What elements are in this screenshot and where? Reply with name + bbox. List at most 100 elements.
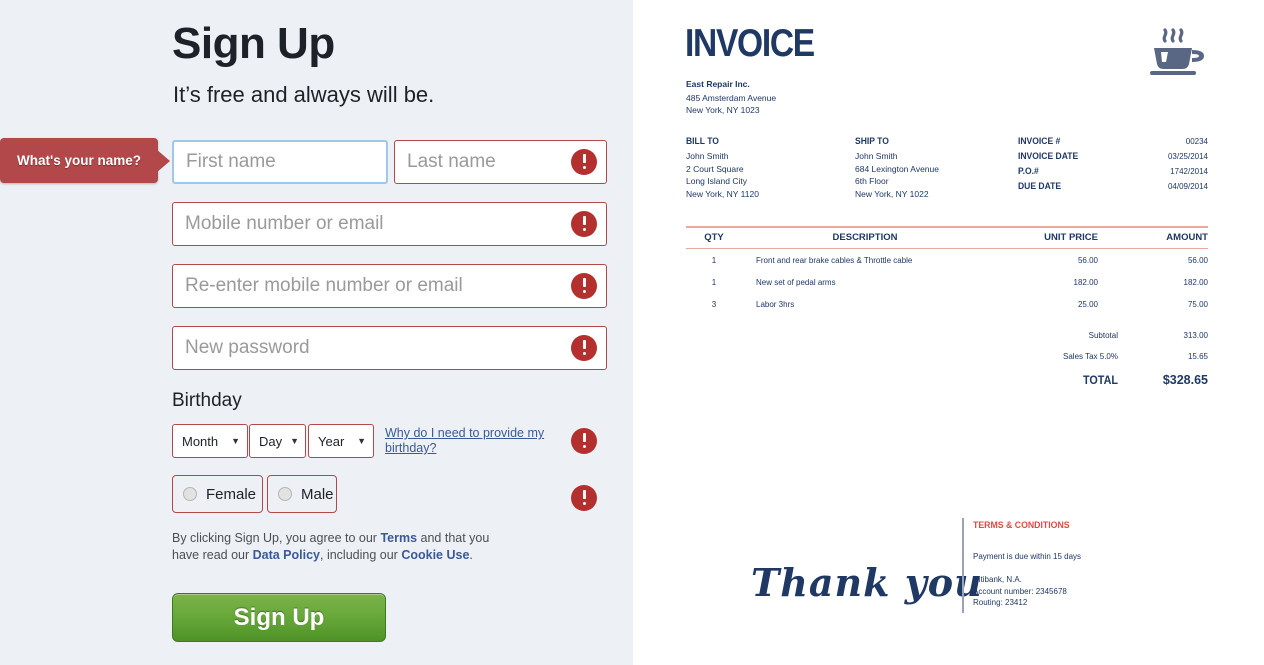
gender-option-female[interactable]: Female (172, 475, 263, 513)
invoice-items-table: QTY DESCRIPTION UNIT PRICE AMOUNT 1 Front… (686, 226, 1208, 315)
cell-amount: 182.00 (1183, 277, 1208, 287)
cell-amount: 56.00 (1187, 255, 1208, 265)
mobile-or-email-input[interactable]: Mobile number or email (172, 202, 607, 246)
invoice-panel: INVOICE East Repair Inc. 485 Amsterdam A… (633, 0, 1264, 665)
error-icon-mobile (571, 211, 597, 237)
reenter-mobile-or-email-input[interactable]: Re-enter mobile number or email (172, 264, 607, 308)
cell-qty: 3 (711, 299, 717, 309)
cookie-use-link[interactable]: Cookie Use (401, 548, 469, 562)
error-icon-password (571, 335, 597, 361)
invoice-title: INVOICE (685, 22, 815, 65)
bill-to-heading: BILL TO (686, 136, 719, 147)
terms-text: By clicking Sign Up, you agree to our Te… (172, 530, 517, 564)
birthday-day-select[interactable]: Day ▼ (249, 424, 306, 458)
invoice-meta-list: INVOICE # 00234 INVOICE DATE 03/25/2014 P.O.… (1018, 134, 1208, 194)
table-header-row: QTY DESCRIPTION UNIT PRICE AMOUNT (686, 228, 1208, 248)
mobile-or-email-placeholder: Mobile number or email (185, 213, 384, 234)
ship-to-address: John Smith 684 Lexington Avenue 6th Floor N… (855, 151, 939, 199)
terms-text-part1: By clicking Sign Up, you agree to our (172, 531, 381, 545)
sign-up-button-label: Sign Up (233, 603, 325, 631)
last-name-placeholder: Last name (407, 151, 496, 172)
error-icon-last-name (571, 149, 597, 175)
reenter-mobile-placeholder: Re-enter mobile number or email (185, 275, 463, 296)
invoice-meta-value: 04/09/2014 (1167, 182, 1208, 191)
bill-to-address: John Smith 2 Court Square Long Island City… (686, 151, 759, 199)
invoice-company-address: 485 Amsterdam Avenue New York, NY 1023 (686, 93, 777, 115)
gender-male-label: Male (301, 485, 334, 503)
coffee-cup-icon (1146, 25, 1208, 82)
cell-unit-price: 25.00 (1077, 299, 1098, 309)
cell-unit-price: 56.00 (1077, 255, 1098, 265)
birthday-year-value: Year (318, 433, 345, 449)
name-tooltip-arrow-icon (156, 149, 170, 173)
gender-option-male[interactable]: Male (267, 475, 337, 513)
invoice-grand-total-row: TOTAL $328.65 (933, 367, 1208, 393)
chevron-down-icon: ▼ (231, 436, 240, 446)
table-row: 1 New set of pedal arms 182.00 182.00 (686, 271, 1208, 293)
ship-to-heading: SHIP TO (855, 136, 889, 147)
invoice-meta-value: 00234 (1185, 137, 1208, 146)
invoice-total-row: Subtotal 313.00 (933, 325, 1208, 346)
chevron-down-icon: ▼ (357, 436, 366, 446)
terms-link[interactable]: Terms (380, 531, 417, 545)
birthday-month-value: Month (182, 433, 219, 449)
invoice-meta-row: DUE DATE 04/09/2014 (1018, 179, 1208, 194)
error-icon-birthday (571, 428, 597, 454)
table-body: 1 Front and rear brake cables & Throttle … (686, 249, 1208, 315)
radio-icon-female[interactable] (183, 487, 197, 501)
sign-up-button[interactable]: Sign Up (172, 593, 386, 642)
invoice-meta-value: 03/25/2014 (1167, 152, 1208, 161)
birthday-month-select[interactable]: Month ▼ (172, 424, 248, 458)
error-icon-reenter-mobile (571, 273, 597, 299)
invoice-total-row: Sales Tax 5.0% 15.65 (933, 346, 1208, 367)
column-header-qty: QTY (704, 232, 724, 243)
page-title: Sign Up (172, 19, 335, 68)
invoice-meta-row: P.O.# 1742/2014 (1018, 164, 1208, 179)
radio-icon-male[interactable] (278, 487, 292, 501)
cell-qty: 1 (711, 255, 717, 265)
cell-description: Front and rear brake cables & Throttle c… (756, 255, 913, 265)
total-value: 15.65 (1187, 352, 1208, 361)
total-label: TOTAL (1082, 373, 1118, 387)
new-password-input[interactable]: New password (172, 326, 607, 370)
terms-text-part4: . (469, 548, 473, 562)
birthday-label: Birthday (172, 390, 242, 411)
name-tooltip: What's your name? (0, 138, 158, 183)
birthday-help-link[interactable]: Why do I need to provide my birthday? (385, 426, 545, 456)
invoice-meta-value: 1742/2014 (1170, 167, 1208, 176)
column-header-amount: AMOUNT (1166, 232, 1208, 243)
cell-description: Labor 3hrs (756, 299, 795, 309)
invoice-meta-row: INVOICE DATE 03/25/2014 (1018, 149, 1208, 164)
table-row: 3 Labor 3hrs 25.00 75.00 (686, 293, 1208, 315)
terms-text-part3: , including our (320, 548, 402, 562)
data-policy-link[interactable]: Data Policy (253, 548, 320, 562)
error-icon-gender (571, 485, 597, 511)
invoice-meta-key: DUE DATE (1018, 181, 1062, 192)
column-header-description: DESCRIPTION (832, 232, 898, 243)
invoice-company-name: East Repair Inc. (686, 79, 750, 89)
cell-description: New set of pedal arms (756, 277, 836, 287)
name-tooltip-label: What's your name? (17, 153, 141, 168)
cell-qty: 1 (711, 277, 717, 287)
birthday-day-value: Day (259, 433, 283, 449)
total-label: Subtotal (1088, 331, 1118, 340)
cell-amount: 75.00 (1187, 299, 1208, 309)
total-label: Sales Tax 5.0% (1063, 352, 1118, 361)
signup-panel: Sign Up It’s free and always will be. Wh… (0, 0, 633, 665)
total-value: $328.65 (1162, 373, 1208, 387)
page-subtitle: It’s free and always will be. (173, 82, 435, 107)
column-header-unit-price: UNIT PRICE (1044, 232, 1098, 243)
invoice-meta-key: INVOICE # (1018, 136, 1061, 147)
birthday-year-select[interactable]: Year ▼ (308, 424, 374, 458)
screenshot-root: Sign Up It’s free and always will be. Wh… (0, 0, 1264, 665)
invoice-totals: Subtotal 313.00 Sales Tax 5.0% 15.65 TOTAL $3… (933, 325, 1208, 393)
bank-details: Citibank, N.A. Account number: 2345678 Rou… (973, 575, 1067, 607)
gender-female-label: Female (206, 485, 257, 503)
invoice-meta-row: INVOICE # 00234 (1018, 134, 1208, 149)
invoice-meta-key: P.O.# (1018, 166, 1039, 177)
terms-conditions-heading: TERMS & CONDITIONS (973, 520, 1070, 531)
thank-you-note: Thank you (751, 560, 983, 605)
first-name-input[interactable]: First name (172, 140, 388, 184)
table-row: 1 Front and rear brake cables & Throttle … (686, 249, 1208, 271)
first-name-placeholder: First name (186, 151, 276, 172)
